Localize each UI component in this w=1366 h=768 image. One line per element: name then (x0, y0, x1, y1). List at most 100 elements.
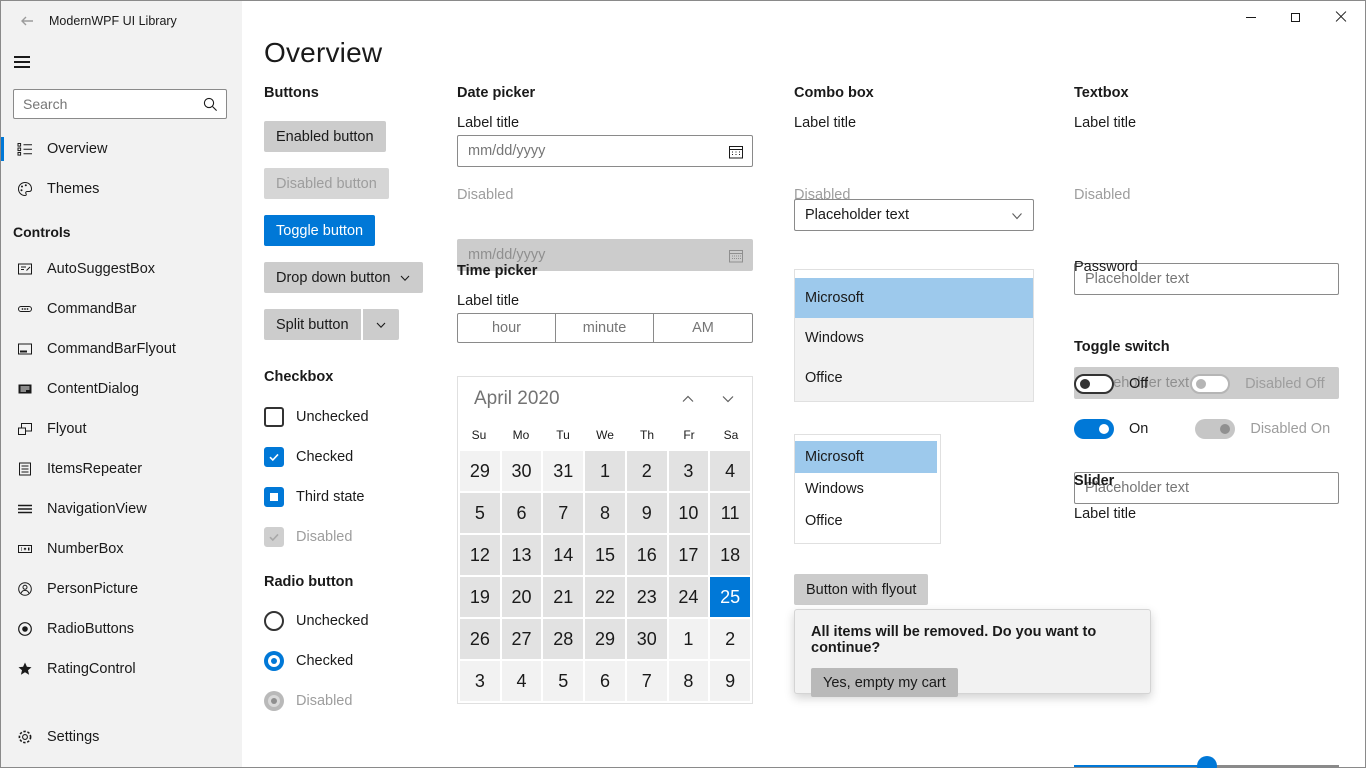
sidebar-item-itemsrepeater[interactable]: ItemsRepeater (1, 449, 242, 489)
calendar-cell[interactable]: 23 (627, 577, 667, 617)
sidebar-item-autosuggestbox[interactable]: AutoSuggestBox (1, 249, 242, 289)
calendar-cell[interactable]: 4 (710, 451, 750, 491)
sidebar-item-navigationview[interactable]: NavigationView (1, 489, 242, 529)
timepicker-hour[interactable]: hour (458, 314, 556, 342)
calendar-cell[interactable]: 13 (502, 535, 542, 575)
calendar-cell[interactable]: 2 (710, 619, 750, 659)
flyout-button[interactable]: Button with flyout (794, 574, 928, 605)
listbox-item-office[interactable]: Office (795, 358, 1033, 398)
calendar-icon[interactable] (728, 144, 744, 160)
window-controls (1228, 1, 1363, 33)
checkbox-checked[interactable]: Checked (264, 445, 353, 469)
calendar-cell[interactable]: 6 (502, 493, 542, 533)
hamburger-icon[interactable] (14, 49, 42, 75)
sidebar-item-commandbar[interactable]: CommandBar (1, 289, 242, 329)
calendar-cell[interactable]: 20 (502, 577, 542, 617)
calendar-cell[interactable]: 3 (460, 661, 500, 701)
calendar-cell[interactable]: 7 (627, 661, 667, 701)
radio-checked[interactable]: Checked (264, 649, 353, 673)
split-button-dropdown[interactable] (363, 309, 399, 340)
password-input[interactable] (1075, 473, 1338, 503)
sidebar-item-settings[interactable]: Settings (1, 717, 242, 757)
split-button-main[interactable]: Split button (264, 309, 361, 340)
calendar-cell[interactable]: 8 (669, 661, 709, 701)
search-box (13, 89, 227, 119)
listbox-item-windows[interactable]: Windows (795, 318, 1033, 358)
close-button[interactable] (1318, 1, 1363, 33)
calendar-cell[interactable]: 15 (585, 535, 625, 575)
calendar-prev-button[interactable] (680, 391, 696, 407)
slider-thumb[interactable] (1197, 756, 1217, 768)
slider-header: Slider (1074, 473, 1114, 489)
sidebar-item-personpicture[interactable]: PersonPicture (1, 569, 242, 609)
calendar-cell[interactable]: 1 (669, 619, 709, 659)
calendar-cell[interactable]: 14 (543, 535, 583, 575)
calendar-next-button[interactable] (720, 391, 736, 407)
calendar-cell[interactable]: 18 (710, 535, 750, 575)
sidebar-item-radiobuttons[interactable]: RadioButtons (1, 609, 242, 649)
search-icon[interactable] (202, 96, 219, 113)
calendar-cell[interactable]: 9 (710, 661, 750, 701)
calendar-cell[interactable]: 27 (502, 619, 542, 659)
calendar-cell[interactable]: 17 (669, 535, 709, 575)
dropdown-button[interactable]: Drop down button (264, 262, 423, 293)
back-arrow-icon[interactable] (13, 7, 41, 35)
sidebar-item-numberbox[interactable]: NumberBox (1, 529, 242, 569)
listbox-item-office[interactable]: Office (795, 505, 940, 537)
timepicker-ampm[interactable]: AM (654, 314, 752, 342)
calendar-cell[interactable]: 31 (543, 451, 583, 491)
calendar-grid: 2930311234567891011121314151617181920212… (458, 449, 752, 703)
calendar-cell[interactable]: 29 (460, 451, 500, 491)
calendar-cell[interactable]: 10 (669, 493, 709, 533)
sidebar-item-label: NavigationView (47, 501, 147, 517)
toggle-button[interactable]: Toggle button (264, 215, 375, 246)
listbox-item-microsoft[interactable]: Microsoft (795, 441, 937, 473)
sidebar-item-label: AutoSuggestBox (47, 261, 155, 277)
calendar-month-label[interactable]: April 2020 (474, 388, 680, 410)
checkbox-third-state[interactable]: Third state (264, 485, 365, 509)
calendar-cell[interactable]: 30 (502, 451, 542, 491)
radio-unchecked[interactable]: Unchecked (264, 609, 369, 633)
calendar-cell[interactable]: 28 (543, 619, 583, 659)
sidebar-item-commandbarflyout[interactable]: CommandBarFlyout (1, 329, 242, 369)
calendar-cell[interactable]: 22 (585, 577, 625, 617)
minimize-button[interactable] (1228, 1, 1273, 33)
sidebar-item-themes[interactable]: Themes (1, 169, 242, 209)
sidebar-item-overview[interactable]: Overview (1, 129, 242, 169)
timepicker-minute[interactable]: minute (556, 314, 654, 342)
calendar-cell[interactable]: 8 (585, 493, 625, 533)
sidebar-item-contentdialog[interactable]: ContentDialog (1, 369, 242, 409)
combobox[interactable]: Placeholder text (794, 199, 1034, 231)
calendar-cell[interactable]: 16 (627, 535, 667, 575)
flyout-action-button[interactable]: Yes, empty my cart (811, 668, 958, 697)
checkbox-unchecked[interactable]: Unchecked (264, 405, 369, 429)
calendar-cell[interactable]: 2 (627, 451, 667, 491)
search-input[interactable] (14, 90, 226, 118)
calendar-cell[interactable]: 5 (460, 493, 500, 533)
calendar-cell[interactable]: 3 (669, 451, 709, 491)
calendar-cell[interactable]: 21 (543, 577, 583, 617)
calendar-cell[interactable]: 4 (502, 661, 542, 701)
calendar-cell[interactable]: 26 (460, 619, 500, 659)
calendar-cell[interactable]: 24 (669, 577, 709, 617)
calendar-cell-selected[interactable]: 25 (710, 577, 750, 617)
listbox-item-windows[interactable]: Windows (795, 473, 940, 505)
toggle-switch-off[interactable] (1074, 374, 1114, 394)
sidebar-item-flyout[interactable]: Flyout (1, 409, 242, 449)
calendar-cell[interactable]: 6 (585, 661, 625, 701)
sidebar-item-ratingcontrol[interactable]: RatingControl (1, 649, 242, 689)
maximize-button[interactable] (1273, 1, 1318, 33)
calendar-cell[interactable]: 9 (627, 493, 667, 533)
calendar-cell[interactable]: 1 (585, 451, 625, 491)
datepicker-input[interactable] (458, 136, 752, 166)
calendar-cell[interactable]: 29 (585, 619, 625, 659)
listbox-item-microsoft[interactable]: Microsoft (795, 278, 1033, 318)
calendar-cell[interactable]: 19 (460, 577, 500, 617)
calendar-cell[interactable]: 5 (543, 661, 583, 701)
enabled-button[interactable]: Enabled button (264, 121, 386, 152)
calendar-cell[interactable]: 11 (710, 493, 750, 533)
calendar-cell[interactable]: 12 (460, 535, 500, 575)
calendar-cell[interactable]: 30 (627, 619, 667, 659)
toggle-switch-on[interactable] (1074, 419, 1114, 439)
calendar-cell[interactable]: 7 (543, 493, 583, 533)
